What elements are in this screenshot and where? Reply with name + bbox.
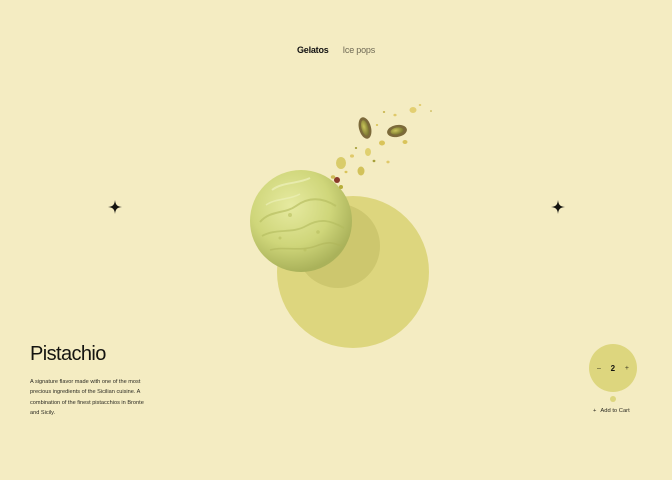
product-description: A signature flavor made with one of the … <box>30 379 144 417</box>
gelato-scoop <box>250 170 352 272</box>
product-title: Pistachio <box>30 343 106 365</box>
quantity-value: 2 <box>610 363 616 373</box>
stepper-indicator-dot <box>610 396 616 402</box>
add-to-cart-label: Add to Cart <box>600 408 630 414</box>
decrement-button[interactable]: – <box>597 365 601 372</box>
quantity-stepper: – 2 + <box>589 344 637 392</box>
add-to-cart-button[interactable]: + Add to Cart <box>593 408 630 414</box>
plus-icon: + <box>593 408 597 414</box>
increment-button[interactable]: + <box>625 365 629 372</box>
pistachio-pieces <box>330 104 432 179</box>
